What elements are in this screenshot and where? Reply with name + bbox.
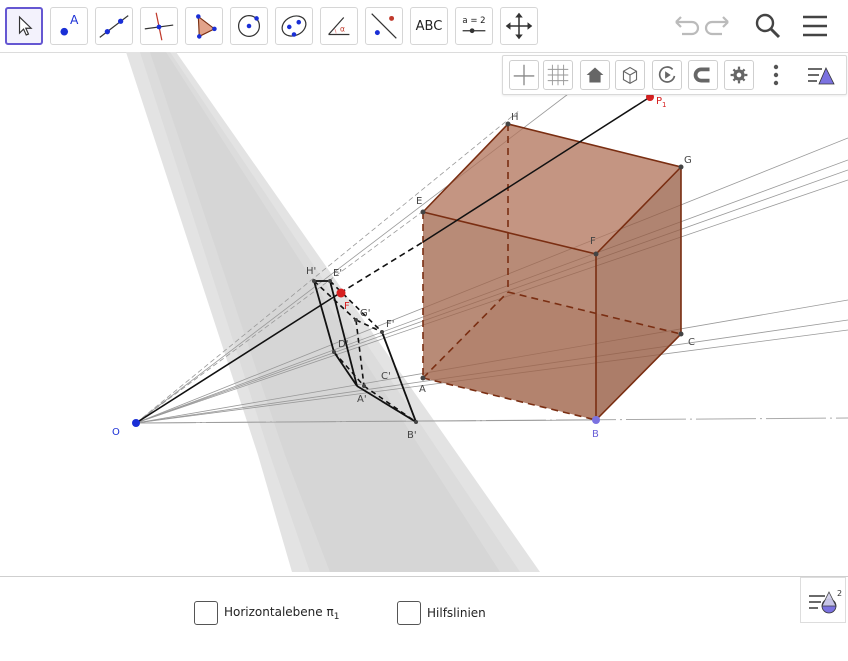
- line-icon: [99, 15, 129, 38]
- svg-text:a = 2: a = 2: [462, 16, 485, 26]
- label-f-prime: F': [386, 319, 395, 330]
- move-tool[interactable]: [5, 7, 43, 45]
- label-o: O: [112, 427, 120, 438]
- ellipse-icon: [281, 15, 307, 37]
- checkbox-hilfslinien[interactable]: Hilfslinien: [397, 601, 486, 625]
- svg-text:α: α: [340, 25, 345, 34]
- perpendicular-icon: [144, 12, 174, 41]
- checkbox-horizontalebene-box[interactable]: [194, 601, 218, 625]
- stylebar-toggle-icon[interactable]: [806, 60, 836, 90]
- polygon-icon: [196, 14, 217, 39]
- label-h: H: [511, 112, 519, 123]
- polygon-tool[interactable]: [185, 7, 223, 45]
- label-c-prime: C': [381, 371, 391, 382]
- point-b[interactable]: [592, 416, 600, 424]
- construction-drawing: P1 H G E F C A B O H' E' F G' F' D' C' A…: [112, 52, 848, 572]
- ellipse-tool[interactable]: [275, 7, 313, 45]
- point-tool[interactable]: A: [50, 7, 88, 45]
- label-g-prime: G': [360, 308, 371, 319]
- style-bar: [502, 55, 847, 95]
- reflect-tool[interactable]: [365, 7, 403, 45]
- checkbox-horizontalebene-label: Horizontalebene π1: [224, 604, 340, 622]
- axes-icon[interactable]: [509, 60, 539, 90]
- graphics-view[interactable]: P1 H G E F C A B O H' E' F G' F' D' C' A…: [0, 52, 848, 576]
- search-icon[interactable]: [750, 8, 786, 44]
- label-p1: P1: [656, 96, 667, 109]
- label-a: A: [419, 384, 426, 395]
- point-o[interactable]: [132, 419, 140, 427]
- label-a-prime: A': [357, 394, 367, 405]
- circle-icon: [237, 14, 261, 38]
- text-icon: ABC: [415, 18, 443, 34]
- grid-icon[interactable]: [543, 60, 573, 90]
- svg-text:A: A: [70, 13, 79, 27]
- settings-icon[interactable]: [724, 60, 754, 90]
- cube: [422, 123, 683, 421]
- line-tool[interactable]: [95, 7, 133, 45]
- checkbox-horizontalebene[interactable]: Horizontalebene π1: [194, 601, 339, 625]
- svg-text:2: 2: [837, 589, 842, 598]
- label-c: C: [688, 337, 695, 348]
- perpendicular-line-tool[interactable]: [140, 7, 178, 45]
- label-g: G: [684, 155, 692, 166]
- reflect-icon: [371, 13, 397, 39]
- magnet-icon[interactable]: [688, 60, 718, 90]
- label-f-red: F: [344, 301, 350, 312]
- bottom-panel: Horizontalebene π1 Hilfslinien 2: [0, 576, 848, 661]
- toolbar: A α ABC a = 2: [0, 0, 848, 53]
- undo-icon[interactable]: [666, 8, 702, 44]
- circle-tool[interactable]: [230, 7, 268, 45]
- label-h-prime: H': [306, 266, 316, 277]
- more-icon[interactable]: [761, 60, 791, 90]
- redo-icon[interactable]: [702, 8, 738, 44]
- cube-view-icon[interactable]: [615, 60, 645, 90]
- move-view-tool[interactable]: [500, 7, 538, 45]
- label-f: F: [590, 236, 596, 247]
- label-e-prime: E': [333, 268, 342, 279]
- point-f-image[interactable]: [336, 288, 346, 298]
- label-b-prime: B': [407, 430, 417, 441]
- rotate-icon[interactable]: [652, 60, 682, 90]
- move-view-icon: [505, 12, 533, 40]
- slider-tool[interactable]: a = 2: [455, 7, 493, 45]
- text-tool[interactable]: ABC: [410, 7, 448, 45]
- checkbox-hilfslinien-label: Hilfslinien: [427, 606, 486, 620]
- angle-icon: α: [328, 17, 350, 36]
- angle-tool[interactable]: α: [320, 7, 358, 45]
- home-icon[interactable]: [580, 60, 610, 90]
- label-e: E: [416, 196, 422, 207]
- algebra-view-icon: 2: [809, 589, 842, 614]
- checkbox-hilfslinien-box[interactable]: [397, 601, 421, 625]
- point-icon: A: [60, 13, 79, 36]
- label-b: B: [592, 429, 599, 440]
- menu-icon[interactable]: [797, 8, 833, 44]
- cursor-icon: [18, 15, 33, 36]
- algebra-toggle-button[interactable]: 2: [800, 577, 846, 623]
- slider-icon: a = 2: [462, 16, 486, 34]
- label-d-prime: D': [338, 339, 348, 350]
